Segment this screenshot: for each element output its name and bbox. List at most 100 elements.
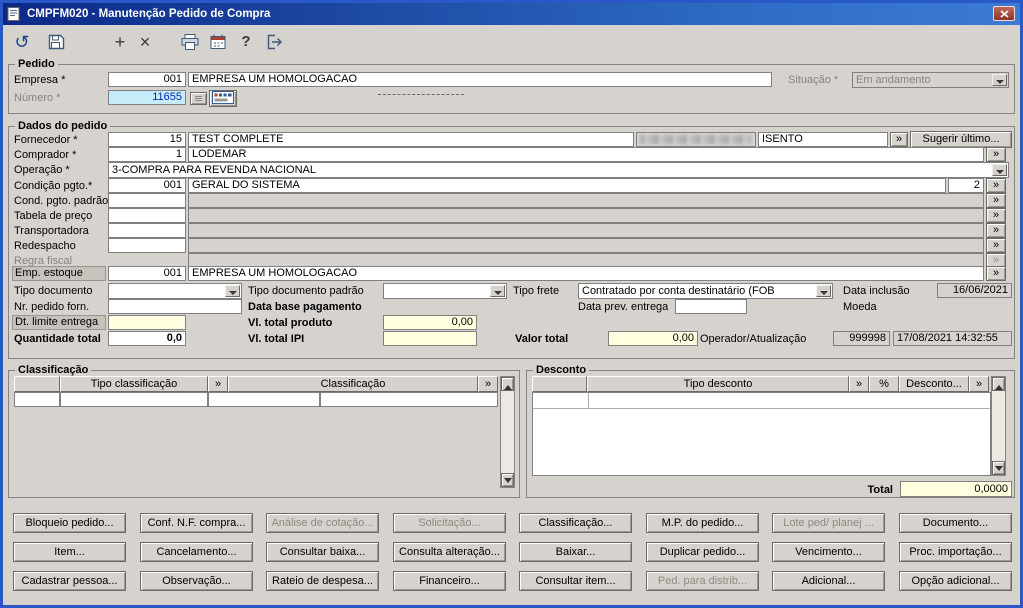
tipo-documento-combo[interactable] xyxy=(108,283,242,299)
scroll-up-button[interactable] xyxy=(501,377,514,391)
fornecedor-code-field[interactable]: 15 xyxy=(108,132,186,147)
lote-ped-planej-button: Lote ped/ planej ... xyxy=(772,513,885,533)
item-button[interactable]: Item... xyxy=(13,542,126,562)
opcao-adicional-button[interactable]: Opção adicional... xyxy=(899,571,1012,591)
classificacao-row-cell[interactable] xyxy=(60,392,208,407)
emp-estoque-name-field[interactable]: EMPRESA UM HOMOLOGACAO xyxy=(188,266,984,281)
bloqueio-pedido-button[interactable]: Bloqueio pedido... xyxy=(13,513,126,533)
duplicar-pedido-button[interactable]: Duplicar pedido... xyxy=(646,542,759,562)
mp-do-pedido-button[interactable]: M.P. do pedido... xyxy=(646,513,759,533)
operador-code-field: 999998 xyxy=(833,331,890,346)
vencimento-button[interactable]: Vencimento... xyxy=(772,542,885,562)
calendar-icon xyxy=(209,33,227,51)
comprador-zoom-button[interactable]: » xyxy=(986,147,1006,162)
data-prev-entrega-field[interactable] xyxy=(675,299,747,314)
add-icon: + xyxy=(114,32,126,52)
empresa-code-field[interactable]: 001 xyxy=(108,72,186,87)
dt-limite-entrega-field[interactable] xyxy=(108,315,186,330)
arrow-down-icon xyxy=(995,466,1003,475)
baixar-button[interactable]: Baixar... xyxy=(519,542,632,562)
dropdown-arrow-icon xyxy=(992,74,1007,86)
transportadora-zoom-button[interactable]: » xyxy=(986,223,1006,238)
classificacao-button[interactable]: Classificação... xyxy=(519,513,632,533)
scroll-down-button[interactable] xyxy=(992,461,1005,475)
condicao-name-field[interactable]: GERAL DO SISTEMA xyxy=(188,178,946,193)
financeiro-button[interactable]: Financeiro... xyxy=(393,571,506,591)
fornecedor-zoom-button[interactable]: » xyxy=(890,132,908,147)
focus-dashes xyxy=(378,94,464,95)
redespacho-code-field[interactable] xyxy=(108,238,186,253)
keyboard-button[interactable] xyxy=(209,90,237,107)
consultar-item-button[interactable]: Consultar item... xyxy=(519,571,632,591)
classificacao-scrollbar[interactable] xyxy=(500,376,515,488)
emp-estoque-code-field[interactable]: 001 xyxy=(108,266,186,281)
vl-total-ipi-label: Vl. total IPI xyxy=(248,333,305,345)
desconto-list[interactable] xyxy=(532,392,991,476)
desconto-header-zoom-1[interactable]: » xyxy=(849,376,869,392)
proc-importacao-button[interactable]: Proc. importação... xyxy=(899,542,1012,562)
exit-button[interactable] xyxy=(262,30,286,54)
numero-field[interactable]: 11655 xyxy=(108,90,186,105)
scroll-up-button[interactable] xyxy=(992,377,1005,391)
data-inclusao-field: 16/06/2021 xyxy=(937,283,1012,298)
consultar-baixa-button[interactable]: Consultar baixa... xyxy=(266,542,379,562)
operador-timestamp-field: 17/08/2021 14:32:55 xyxy=(893,331,1012,346)
refresh-button[interactable]: ↺ xyxy=(10,30,34,54)
tipo-documento-padrao-label: Tipo documento padrão xyxy=(248,285,364,297)
close-button[interactable] xyxy=(993,6,1015,21)
save-icon xyxy=(47,33,66,51)
cancelamento-button[interactable]: Cancelamento... xyxy=(140,542,253,562)
tipo-frete-combo[interactable]: Contratado por conta destinatário (FOB xyxy=(578,283,833,299)
classificacao-row-cell[interactable] xyxy=(14,392,60,407)
delete-button[interactable]: × xyxy=(133,30,157,54)
condicao-zoom-button[interactable]: » xyxy=(986,178,1006,193)
analise-cotacao-button: Análise de cotação... xyxy=(266,513,379,533)
fornecedor-name-field[interactable]: TEST COMPLETE xyxy=(188,132,634,147)
data-inclusao-label: Data inclusão xyxy=(843,285,910,297)
close-icon xyxy=(999,9,1009,18)
condicao-code-field[interactable]: 001 xyxy=(108,178,186,193)
desconto-scrollbar[interactable] xyxy=(991,376,1006,476)
adicional-button[interactable]: Adicional... xyxy=(772,571,885,591)
pedido-legend: Pedido xyxy=(15,58,58,70)
tabela-preco-zoom-button[interactable]: » xyxy=(986,208,1006,223)
comprador-name-field[interactable]: LODEMAR xyxy=(188,147,984,162)
calendar-button[interactable] xyxy=(206,30,230,54)
scroll-down-button[interactable] xyxy=(501,473,514,487)
operador-atualizacao-label: Operador/Atualização xyxy=(700,333,807,345)
classificacao-row-cell[interactable] xyxy=(320,392,498,407)
operacao-label: Operação * xyxy=(14,164,70,176)
empresa-name-field[interactable]: EMPRESA UM HOMOLOGACAO xyxy=(188,72,772,87)
tabela-preco-code-field[interactable] xyxy=(108,208,186,223)
observacao-button[interactable]: Observação... xyxy=(140,571,253,591)
lookup-button[interactable] xyxy=(190,92,207,105)
transportadora-code-field[interactable] xyxy=(108,223,186,238)
add-button[interactable]: + xyxy=(108,30,132,54)
tipo-documento-label: Tipo documento xyxy=(14,285,93,297)
desconto-legend: Desconto xyxy=(533,364,590,376)
emp-estoque-zoom-button[interactable]: » xyxy=(986,266,1006,281)
nr-pedido-forn-field[interactable] xyxy=(108,299,242,314)
save-button[interactable] xyxy=(44,30,68,54)
classificacao-header-blank xyxy=(14,376,60,392)
documento-button[interactable]: Documento... xyxy=(899,513,1012,533)
desconto-header-zoom-2[interactable]: » xyxy=(969,376,989,392)
classificacao-header-zoom-2[interactable]: » xyxy=(478,376,498,392)
comprador-code-field[interactable]: 1 xyxy=(108,147,186,162)
redespacho-zoom-button[interactable]: » xyxy=(986,238,1006,253)
print-button[interactable] xyxy=(178,30,202,54)
classificacao-row-cell[interactable] xyxy=(208,392,320,407)
cond-padrao-zoom-button[interactable]: » xyxy=(986,193,1006,208)
dt-limite-entrega-label: Dt. limite entrega xyxy=(12,315,106,330)
operacao-combo[interactable]: 3-COMPRA PARA REVENDA NACIONAL xyxy=(108,162,1009,178)
help-button[interactable]: ? xyxy=(234,30,258,54)
sugerir-ultimo-button[interactable]: Sugerir último... xyxy=(910,131,1012,148)
cadastrar-pessoa-button[interactable]: Cadastrar pessoa... xyxy=(13,571,126,591)
consulta-alteracao-button[interactable]: Consulta alteração... xyxy=(393,542,506,562)
tipo-documento-padrao-combo[interactable] xyxy=(383,283,507,299)
rateio-despesa-button[interactable]: Rateio de despesa... xyxy=(266,571,379,591)
situacao-value: Em andamento xyxy=(856,74,931,86)
cond-padrao-code-field[interactable] xyxy=(108,193,186,208)
classificacao-header-zoom-1[interactable]: » xyxy=(208,376,228,392)
conf-nf-compra-button[interactable]: Conf. N.F. compra... xyxy=(140,513,253,533)
